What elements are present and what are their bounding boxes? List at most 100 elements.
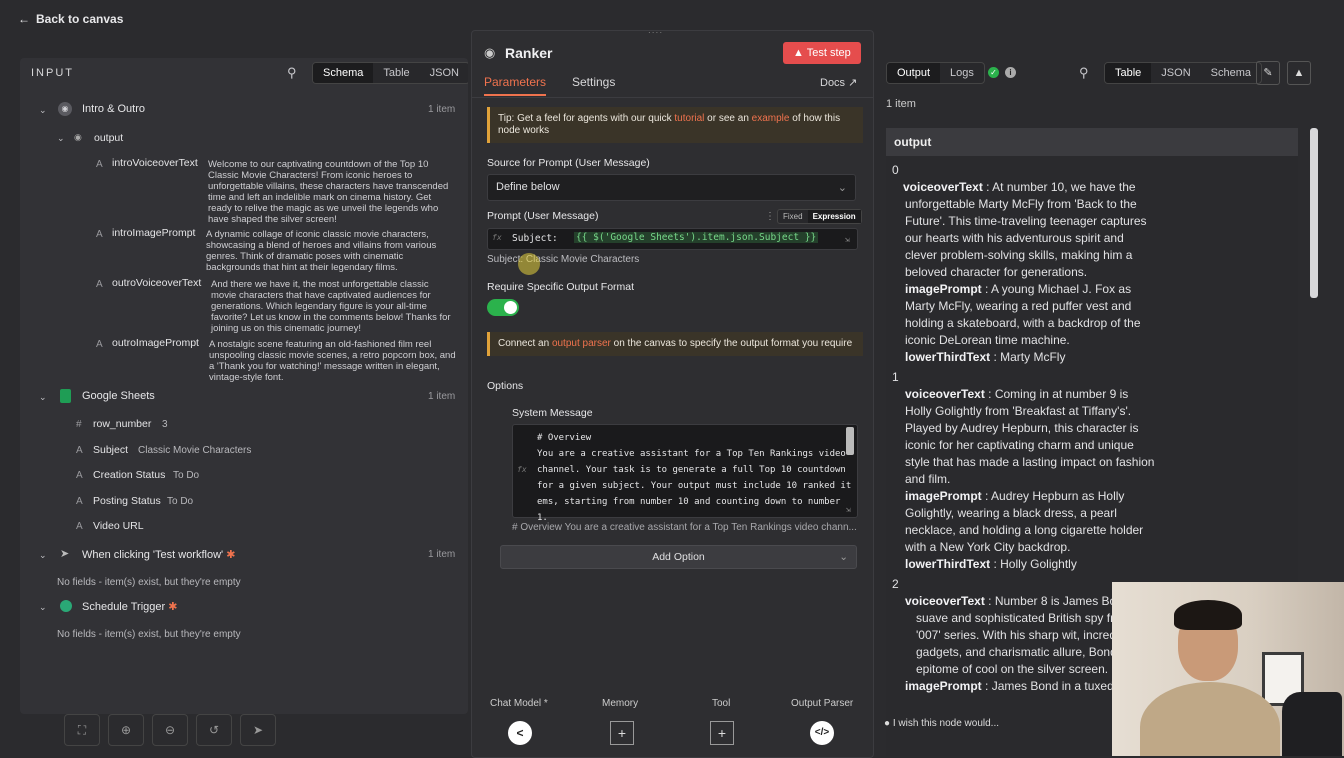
field-creation-status[interactable]: Creation Status — [93, 469, 165, 481]
list-item: imagePrompt : A young Michael J. Fox as … — [905, 282, 1141, 347]
expand-icon[interactable]: ⇲ — [845, 235, 850, 244]
clock-icon — [60, 600, 72, 612]
tab-logs[interactable]: Logs — [940, 63, 984, 83]
string-type-icon: A — [76, 445, 83, 456]
mode-toggle: Fixed Expression — [777, 209, 862, 224]
list-item: voiceoverText : Coming in at number 9 is… — [905, 387, 1155, 486]
output-scrollbar[interactable] — [1310, 128, 1318, 298]
empty-message: No fields - item(s) exist, but they're e… — [57, 629, 241, 640]
list-item: imagePrompt : Audrey Hepburn as Holly Go… — [905, 489, 1144, 554]
tab-output[interactable]: Output — [887, 63, 941, 83]
source-select[interactable]: Define below ⌄ — [487, 174, 856, 201]
lightbulb-icon: ● — [884, 718, 891, 729]
robot-icon: ◉ — [484, 45, 496, 60]
prompt-expression-input[interactable]: fx Subject: {{ $('Google Sheets').item.j… — [487, 228, 858, 250]
fx-icon: fx — [517, 465, 527, 474]
zoom-out-icon[interactable]: ⊖ — [152, 714, 188, 746]
number-type-icon: # — [76, 419, 82, 430]
mode-expression[interactable]: Expression — [807, 210, 861, 223]
field-introImagePrompt[interactable]: introImagePrompt — [112, 227, 195, 239]
output-tabs: Output Logs — [886, 62, 985, 84]
tab-settings[interactable]: Settings — [572, 75, 615, 89]
cursor-highlight — [518, 253, 540, 275]
tab-schema[interactable]: Schema — [313, 63, 374, 83]
empty-message: No fields - item(s) exist, but they're e… — [57, 577, 241, 588]
chevron-down-icon[interactable]: ⌄ — [39, 602, 47, 613]
chevron-down-icon: ⌄ — [839, 551, 848, 563]
field-subject[interactable]: Subject — [93, 444, 128, 456]
expand-icon[interactable]: ⇲ — [846, 505, 851, 514]
tab-parameters[interactable]: Parameters — [484, 75, 547, 96]
node-manual-trigger[interactable]: When clicking 'Test workflow' ✱ — [82, 548, 235, 561]
list-item: voiceoverText : At number 10, we have th… — [903, 180, 1147, 279]
robot-icon: ◉ — [58, 102, 72, 116]
node-schedule-trigger[interactable]: Schedule Trigger ✱ — [82, 600, 177, 613]
connector-output-parser-label: Output Parser — [791, 698, 854, 709]
system-message-input[interactable]: fx # Overview You are a creative assista… — [512, 424, 858, 523]
field-value: Welcome to our captivating countdown of … — [208, 159, 449, 225]
source-label: Source for Prompt (User Message) — [487, 157, 650, 169]
chevron-down-icon[interactable]: ⌄ — [39, 392, 47, 403]
output-parser-link[interactable]: output parser — [552, 338, 611, 349]
scrollbar[interactable] — [846, 427, 854, 455]
add-tool-button[interactable]: + — [710, 721, 734, 745]
pin-icon[interactable]: ▲ — [1287, 61, 1311, 85]
field-introVoiceoverText[interactable]: introVoiceoverText — [112, 157, 198, 169]
string-type-icon: A — [76, 521, 83, 532]
test-step-button[interactable]: ▲ Test step — [783, 42, 861, 64]
tab-json[interactable]: JSON — [1151, 63, 1200, 83]
pointer-icon[interactable]: ➤ — [240, 714, 276, 746]
chevron-down-icon[interactable]: ⌄ — [39, 550, 47, 561]
divider — [472, 97, 873, 98]
mode-fixed[interactable]: Fixed — [778, 210, 808, 223]
field-video-url[interactable]: Video URL — [93, 520, 144, 532]
require-format-toggle[interactable] — [487, 299, 519, 316]
tab-table[interactable]: Table — [1105, 63, 1152, 83]
search-icon[interactable]: ⚲ — [1079, 65, 1089, 81]
info-icon[interactable]: i — [1005, 67, 1016, 78]
field-row-number[interactable]: row_number — [93, 418, 151, 430]
microphone — [1282, 692, 1342, 756]
tutorial-link[interactable]: tutorial — [674, 113, 704, 124]
tab-table[interactable]: Table — [373, 63, 419, 83]
fit-view-icon[interactable]: ⛶ — [64, 714, 100, 746]
field-value: A dynamic collage of iconic classic movi… — [206, 229, 437, 273]
options-label: Options — [487, 380, 524, 392]
chevron-down-icon[interactable]: ⌄ — [39, 105, 47, 116]
more-vertical-icon[interactable]: ⋮ — [765, 211, 775, 222]
search-icon[interactable]: ⚲ — [287, 65, 297, 81]
tab-json[interactable]: JSON — [420, 63, 468, 83]
add-memory-button[interactable]: + — [610, 721, 634, 745]
add-option-button[interactable]: Add Option ⌄ — [500, 545, 857, 569]
field-outroImagePrompt[interactable]: outroImagePrompt — [112, 337, 199, 349]
item-count: 1 item — [428, 104, 456, 115]
field-outroVoiceoverText[interactable]: outroVoiceoverText — [112, 277, 201, 289]
prompt-expression: {{ $('Google Sheets').item.json.Subject … — [574, 232, 819, 243]
output-parser-node-icon[interactable]: </> — [810, 721, 834, 745]
edit-icon[interactable]: ✎ — [1256, 61, 1280, 85]
tab-schema[interactable]: Schema — [1201, 63, 1261, 83]
google-sheets-icon — [60, 389, 71, 403]
field-value: Classic Movie Characters — [138, 445, 252, 456]
webcam-overlay — [1112, 582, 1344, 756]
reset-icon[interactable]: ↺ — [196, 714, 232, 746]
person-hair — [1174, 600, 1242, 630]
drag-handle[interactable]: :::: — [648, 31, 663, 36]
output-view-tabs: Table JSON Schema — [1104, 62, 1262, 84]
node-google-sheets[interactable]: Google Sheets — [82, 390, 155, 402]
connector-memory-label: Memory — [602, 698, 639, 709]
chat-model-node-icon[interactable]: < — [508, 721, 532, 745]
input-panel: INPUT ⚲ Schema Table JSON ⌄ ◉ Intro & Ou… — [20, 58, 468, 714]
field-value: 3 — [162, 419, 168, 430]
docs-link[interactable]: Docs ↗ — [820, 76, 857, 89]
feedback-prompt[interactable]: ● I wish this node would... — [884, 718, 999, 729]
field-posting-status[interactable]: Posting Status — [93, 495, 161, 507]
node-intro-outro[interactable]: Intro & Outro — [82, 103, 145, 115]
node-title[interactable]: Ranker — [505, 45, 552, 61]
chevron-down-icon[interactable]: ⌄ — [57, 133, 65, 144]
prompt-result: Subject: Classic Movie Characters — [487, 254, 640, 265]
back-to-canvas-button[interactable]: ← Back to canvas — [18, 12, 123, 26]
example-link[interactable]: example — [752, 113, 790, 124]
zoom-in-icon[interactable]: ⊕ — [108, 714, 144, 746]
field-output[interactable]: output — [94, 132, 123, 144]
